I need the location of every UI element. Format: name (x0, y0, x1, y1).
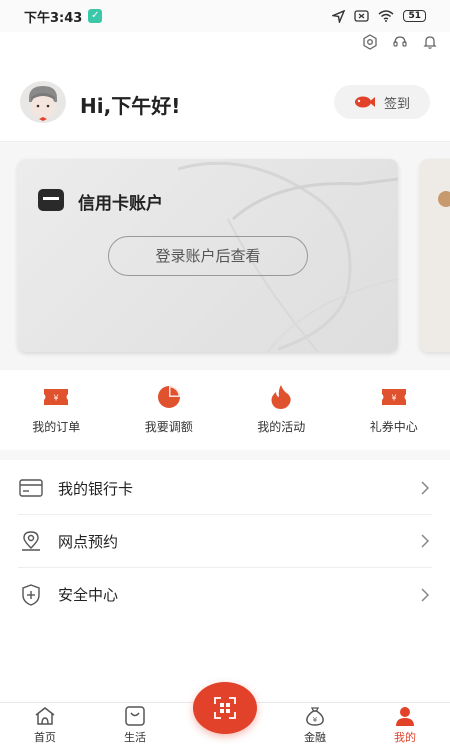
quick-action-orders[interactable]: ¥ 我的订单 (0, 370, 113, 440)
signin-label: 签到 (383, 96, 410, 112)
top-actions (362, 34, 438, 50)
menu-item-branch-booking[interactable]: 网点预约 (18, 515, 432, 568)
fish-icon (354, 96, 375, 108)
status-icons: 51 (332, 9, 426, 23)
menu-item-security-center[interactable]: 安全中心 (18, 568, 432, 621)
quick-actions: ¥ 我的订单 我要调额 我的活动 ¥ 礼券中心 (0, 370, 450, 440)
brand-dot-icon (438, 191, 450, 207)
chevron-right-icon (418, 587, 432, 602)
signin-button[interactable]: 签到 (334, 85, 430, 119)
next-card-preview[interactable] (420, 159, 450, 352)
tab-label: 我的 (394, 731, 416, 744)
shopping-bag-icon (124, 705, 146, 727)
pie-chart-icon (155, 384, 183, 410)
quick-action-label: 我的订单 (32, 420, 81, 434)
quick-action-label: 礼券中心 (369, 420, 418, 434)
tab-label: 首页 (34, 731, 56, 744)
flame-icon (267, 384, 295, 410)
settings-menu: 我的银行卡 网点预约 安全中心 (18, 462, 432, 621)
menu-item-bank-cards[interactable]: 我的银行卡 (18, 462, 432, 515)
battery-indicator: 51 (403, 10, 426, 22)
quick-action-limit-adjust[interactable]: 我要调额 (113, 370, 226, 440)
customer-service-icon[interactable] (392, 34, 408, 50)
svg-text:¥: ¥ (313, 716, 318, 724)
chevron-right-icon (418, 534, 432, 548)
wifi-icon (378, 10, 394, 22)
quick-action-label: 我要调额 (144, 420, 193, 434)
bank-card-icon (18, 475, 44, 501)
credit-card-account-card[interactable]: 信用卡账户 登录账户后查看 (18, 159, 398, 352)
quick-action-coupons[interactable]: ¥ 礼券中心 (338, 370, 450, 440)
tab-finance[interactable]: ¥ 金融 (270, 703, 360, 750)
no-sim-icon (354, 10, 370, 22)
menu-item-label: 安全中心 (58, 586, 119, 604)
ticket-icon: ¥ (42, 384, 70, 410)
tab-label: 金融 (304, 731, 326, 744)
quick-action-activities[interactable]: 我的活动 (225, 370, 338, 440)
settings-icon[interactable] (362, 34, 378, 50)
tab-mine[interactable]: 我的 (360, 703, 450, 750)
profile-header: Hi,下午好! 签到 (0, 60, 450, 142)
greeting-text: Hi,下午好! (80, 94, 181, 118)
status-time: 下午3:43 (24, 10, 83, 26)
tab-life[interactable]: 生活 (90, 703, 180, 750)
money-bag-icon: ¥ (304, 705, 326, 727)
svg-text:¥: ¥ (54, 394, 59, 403)
qr-scan-icon (214, 697, 236, 719)
quick-action-label: 我的活动 (257, 420, 306, 434)
check-icon: ✓ (88, 9, 103, 23)
tab-home[interactable]: 首页 (0, 703, 90, 750)
card-title: 信用卡账户 (78, 194, 163, 214)
section-divider (0, 450, 450, 460)
home-icon (34, 705, 56, 727)
scan-button[interactable] (193, 682, 257, 734)
chevron-right-icon (418, 481, 432, 495)
menu-item-label: 网点预约 (58, 532, 119, 551)
card-carousel: 信用卡账户 登录账户后查看 (0, 142, 450, 370)
svg-text:¥: ¥ (391, 394, 396, 403)
menu-item-label: 我的银行卡 (58, 479, 134, 498)
avatar[interactable] (20, 81, 66, 123)
wallet-icon (38, 189, 64, 211)
tab-label: 生活 (124, 731, 146, 744)
location-arrow-icon (332, 9, 346, 23)
person-icon (394, 705, 416, 727)
login-to-view-button[interactable]: 登录账户后查看 (108, 236, 308, 276)
coupon-icon: ¥ (380, 384, 408, 410)
status-bar: 下午3:43 ✓ 51 (0, 0, 450, 32)
shield-icon (18, 582, 44, 608)
bell-icon[interactable] (422, 34, 438, 50)
location-pin-icon (18, 528, 44, 554)
